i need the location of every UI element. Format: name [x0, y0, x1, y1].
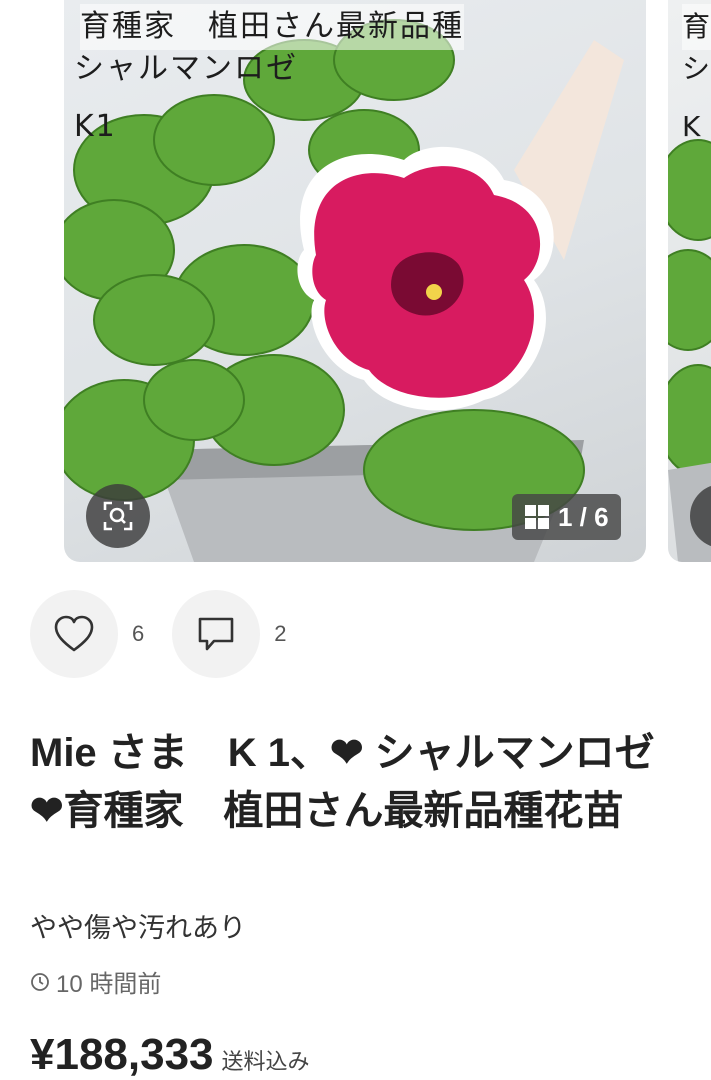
- item-title: Mie さま K 1、❤︎ シャルマンロゼ ❤︎育種家 植田さん最新品種花苗: [30, 731, 666, 833]
- zoom-scan-icon: [103, 501, 133, 531]
- zoom-button[interactable]: [86, 484, 150, 548]
- counter-text: 1 / 6: [558, 501, 609, 532]
- comment-icon: [198, 617, 234, 651]
- comment-count: 2: [274, 621, 287, 646]
- heart-outline-icon: [54, 615, 94, 652]
- comment-button[interactable]: [172, 590, 261, 678]
- posted-time-text: 10 時間前: [56, 971, 162, 998]
- action-bar: 6 2: [30, 590, 315, 678]
- photo-caption-line3: K1: [74, 109, 117, 144]
- like-button[interactable]: [30, 590, 118, 678]
- clock-icon: [31, 972, 49, 991]
- next-photo-caption-line3: K: [682, 110, 703, 143]
- image-carousel[interactable]: 育種家 植田さん最新品種 シャルマンロゼ K1 1 / 6 育 シ K: [0, 0, 711, 562]
- grid-icon: [525, 505, 549, 529]
- like-count: 6: [132, 621, 145, 646]
- posted-time: 10 時間前: [30, 964, 161, 999]
- shipping-label: 送料込み: [221, 1050, 310, 1075]
- next-photo-caption-line2: シ: [682, 52, 711, 85]
- item-price: ¥188,333: [30, 1030, 214, 1079]
- item-condition: やや傷や汚れあり: [30, 913, 246, 944]
- price-row: ¥188,333 送料込み: [30, 1030, 310, 1080]
- product-photo[interactable]: 育種家 植田さん最新品種 シャルマンロゼ K1 1 / 6: [64, 0, 646, 562]
- next-photo-caption-line1: 育: [682, 4, 711, 50]
- photo-caption-line1: 育種家 植田さん最新品種: [80, 4, 464, 50]
- next-product-photo[interactable]: 育 シ K: [668, 0, 711, 562]
- photo-caption-line2: シャルマンロゼ: [74, 51, 298, 86]
- image-counter: 1 / 6: [512, 494, 621, 540]
